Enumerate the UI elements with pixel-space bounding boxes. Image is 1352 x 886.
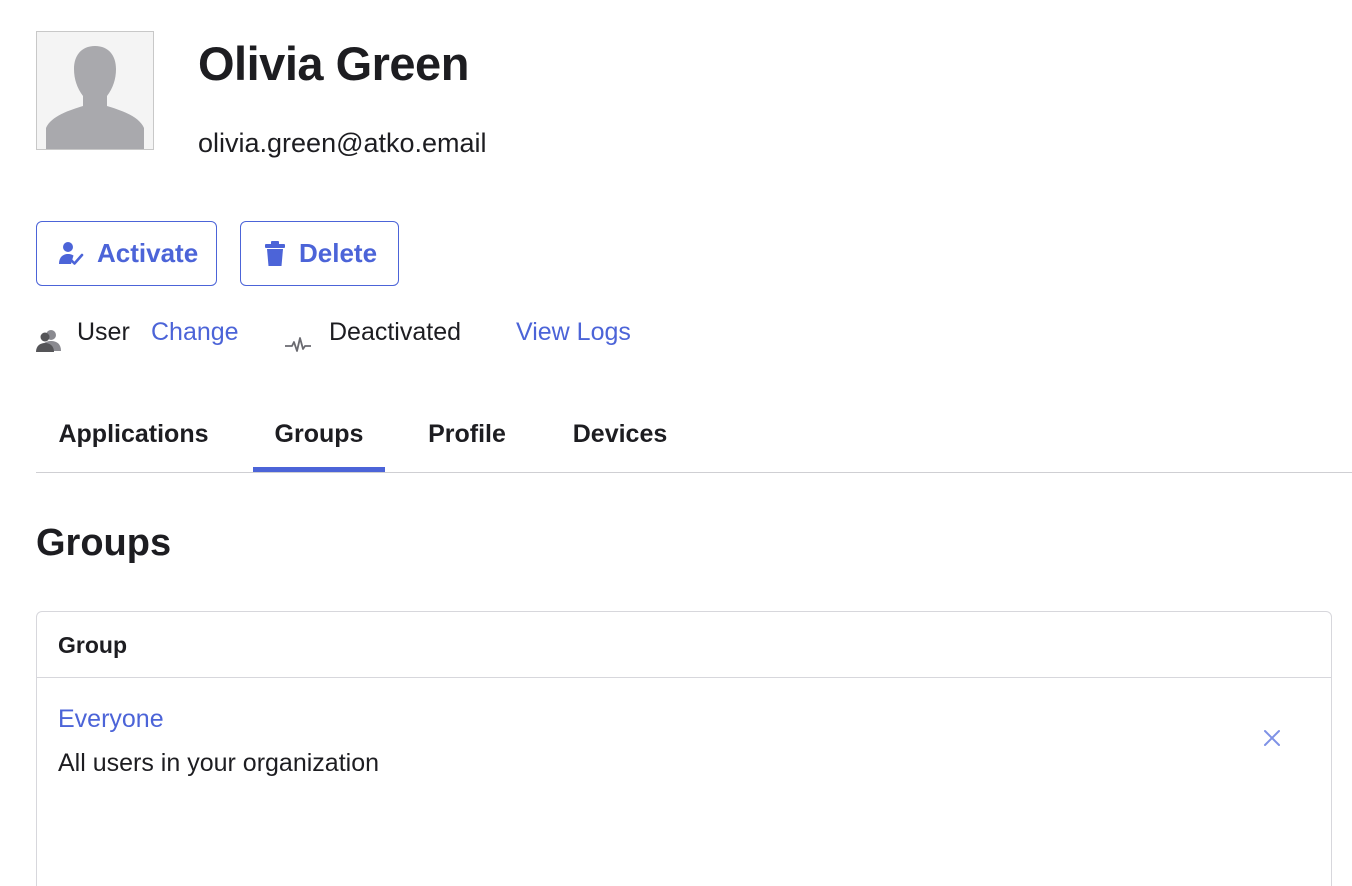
view-logs-link[interactable]: View Logs xyxy=(516,312,631,352)
user-email: olivia.green@atko.email xyxy=(198,128,487,158)
table-row: Everyone All users in your organization xyxy=(37,678,1331,798)
activate-button[interactable]: Activate xyxy=(36,221,217,286)
user-name: Olivia Green xyxy=(198,37,469,90)
activate-label: Activate xyxy=(97,238,199,268)
section-title: Groups xyxy=(36,522,172,564)
activate-user-icon xyxy=(58,241,84,267)
delete-button[interactable]: Delete xyxy=(240,221,399,286)
user-type-label: User xyxy=(77,318,130,346)
group-name-link[interactable]: Everyone xyxy=(58,702,164,736)
table-header-group: Group xyxy=(37,612,1331,678)
tab-profile[interactable]: Profile xyxy=(406,400,528,472)
trash-icon xyxy=(264,240,286,267)
tab-applications[interactable]: Applications xyxy=(36,400,231,472)
tab-groups[interactable]: Groups xyxy=(253,400,385,472)
person-silhouette-icon xyxy=(37,32,153,149)
avatar xyxy=(36,31,154,150)
change-link[interactable]: Change xyxy=(151,312,239,352)
user-profile-page: Olivia Green olivia.green@atko.email Act… xyxy=(0,0,1352,886)
user-status-label: Deactivated xyxy=(329,318,462,346)
activity-pulse-icon xyxy=(285,326,311,366)
tab-devices[interactable]: Devices xyxy=(551,400,689,472)
groups-table: Group Everyone All users in your organiz… xyxy=(36,611,1332,886)
remove-group-button[interactable] xyxy=(1260,726,1284,750)
user-type-icon xyxy=(36,324,62,364)
delete-label: Delete xyxy=(299,238,378,268)
close-icon xyxy=(1264,730,1280,746)
group-description: All users in your organization xyxy=(58,749,379,777)
profile-tabs: Applications Groups Profile Devices xyxy=(36,400,1352,473)
